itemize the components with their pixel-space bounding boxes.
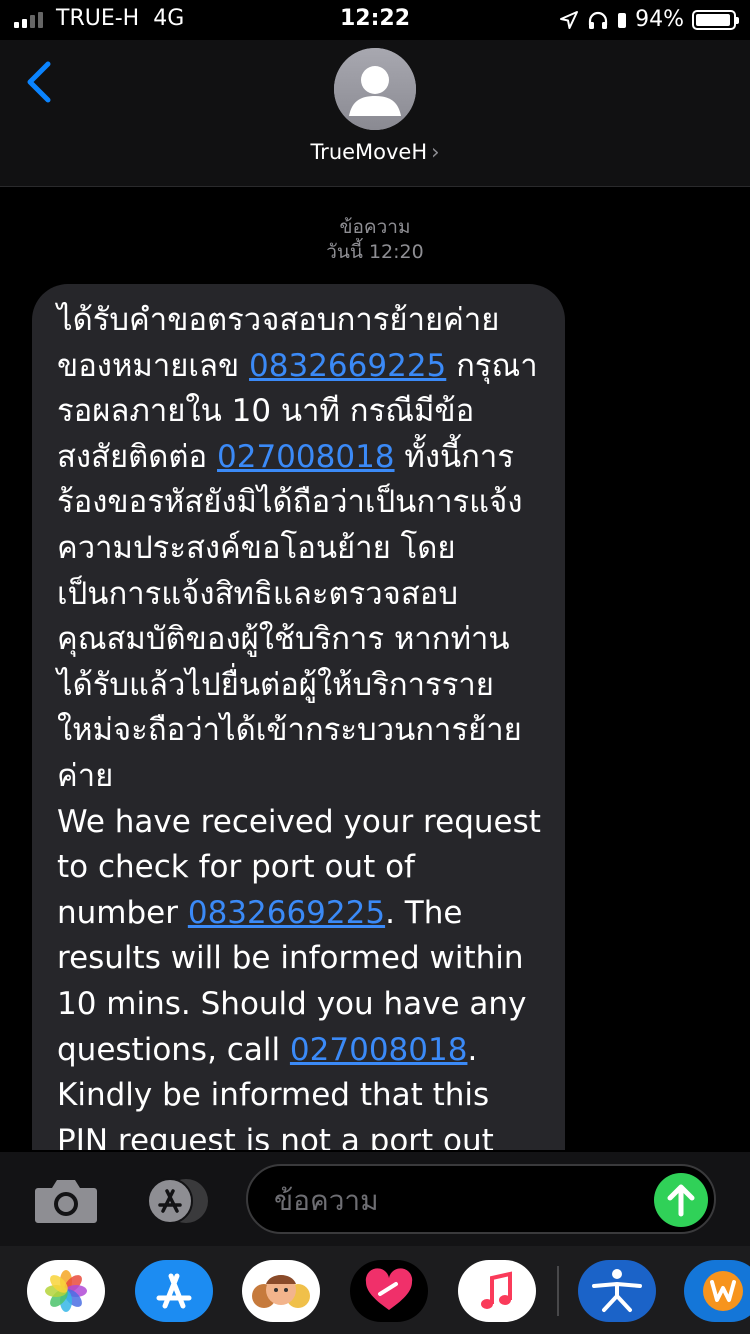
app-store-button[interactable] bbox=[140, 1177, 212, 1225]
thread-timestamp: ข้อความ วันนี้ 12:20 bbox=[0, 215, 750, 265]
photos-icon bbox=[45, 1270, 87, 1312]
heart-sticker-app-button[interactable] bbox=[350, 1260, 428, 1322]
battery-percent: 94% bbox=[635, 7, 684, 32]
headphones-icon bbox=[588, 11, 608, 29]
fitness-app-button[interactable] bbox=[578, 1260, 656, 1322]
camera-icon bbox=[35, 1180, 97, 1223]
drawer-divider bbox=[557, 1266, 559, 1316]
contact-name-button[interactable]: TrueMoveH › bbox=[0, 140, 750, 164]
incoming-message-bubble[interactable]: ได้รับคำขอตรวจสอบการย้ายค่ายของหมายเลข 0… bbox=[32, 284, 565, 1150]
app-store-icon bbox=[147, 1178, 208, 1224]
status-bar: TRUE-H 4G 12:22 94% bbox=[0, 0, 750, 40]
lock-rotation-icon bbox=[618, 12, 627, 28]
message-english-text: We have received your request to check f… bbox=[57, 803, 541, 1150]
app-store-icon bbox=[156, 1273, 192, 1309]
person-icon bbox=[334, 48, 416, 130]
contact-number-link-en[interactable]: 027008018 bbox=[290, 1032, 468, 1068]
message-thread[interactable]: ข้อความ วันนี้ 12:20 ได้รับคำขอตรวจสอบกา… bbox=[0, 187, 750, 1150]
contact-number-link[interactable]: 027008018 bbox=[217, 439, 395, 475]
message-input[interactable] bbox=[272, 1179, 646, 1221]
chevron-right-icon: › bbox=[431, 140, 440, 164]
heart-sticker-icon bbox=[365, 1268, 413, 1310]
message-thai-text: ได้รับคำขอตรวจสอบการย้ายค่ายของหมายเลข 0… bbox=[57, 302, 538, 794]
phone-number-link[interactable]: 0832669225 bbox=[249, 348, 446, 384]
arrow-up-icon bbox=[667, 1184, 695, 1217]
camera-button[interactable] bbox=[34, 1178, 98, 1224]
conversation-header: TrueMoveH › bbox=[0, 40, 750, 187]
thread-label: ข้อความ bbox=[339, 216, 411, 238]
back-button[interactable] bbox=[20, 58, 60, 108]
app-store-app-button[interactable] bbox=[135, 1260, 213, 1322]
memoji-icon bbox=[252, 1275, 310, 1308]
music-icon bbox=[481, 1271, 512, 1309]
music-app-button[interactable] bbox=[458, 1260, 536, 1322]
app-drawer bbox=[0, 1246, 750, 1334]
memoji-app-button[interactable] bbox=[242, 1260, 320, 1322]
thread-date: วันนี้ 12:20 bbox=[326, 241, 424, 263]
w-app-icon bbox=[703, 1271, 743, 1311]
avatar[interactable] bbox=[334, 48, 416, 130]
w-app-button[interactable] bbox=[684, 1260, 750, 1322]
compose-bar bbox=[0, 1152, 750, 1246]
send-button[interactable] bbox=[654, 1173, 708, 1227]
chevron-left-icon bbox=[27, 61, 51, 103]
battery-icon bbox=[692, 9, 739, 30]
contact-name: TrueMoveH bbox=[310, 140, 428, 164]
photos-app-button[interactable] bbox=[27, 1260, 105, 1322]
message-field[interactable] bbox=[246, 1164, 716, 1234]
phone-number-link-en[interactable]: 0832669225 bbox=[188, 895, 385, 931]
location-icon bbox=[560, 10, 579, 29]
fitness-icon bbox=[592, 1269, 642, 1312]
